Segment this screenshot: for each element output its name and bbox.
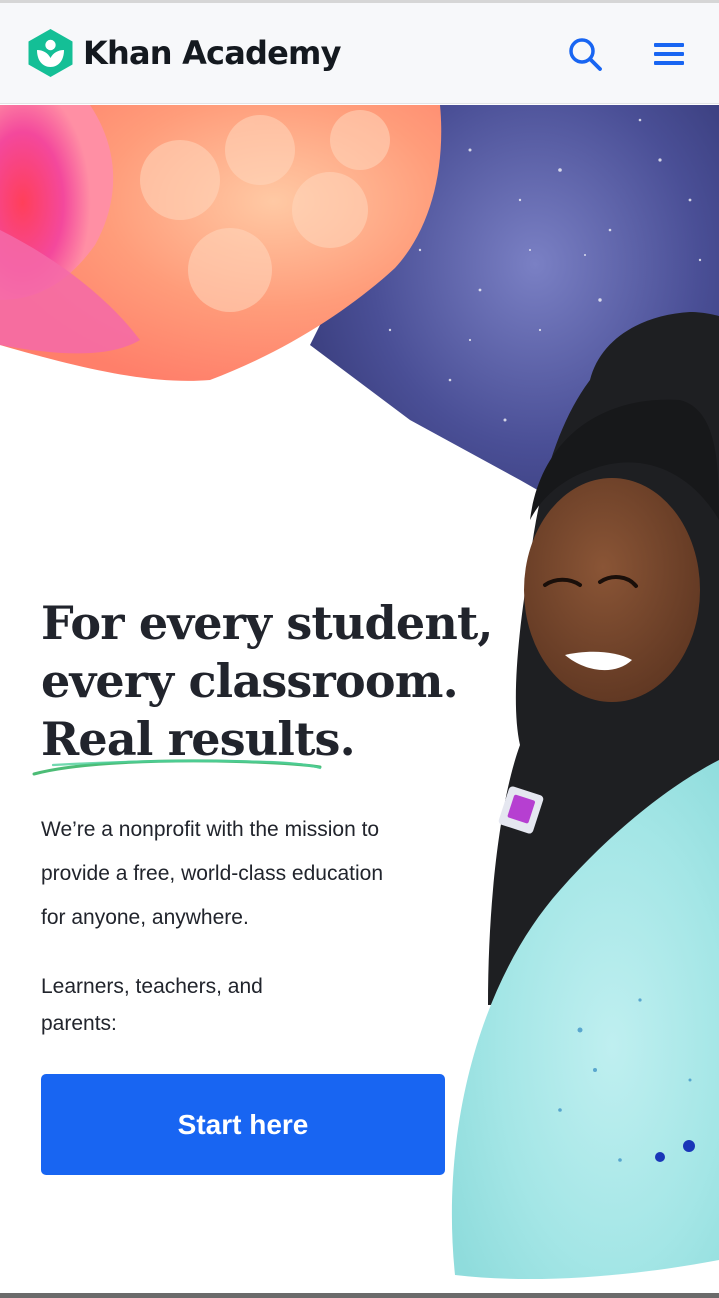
audience-line-2: parents: <box>41 1012 117 1035</box>
highlight-underline <box>32 759 322 776</box>
heading-line-2: every classroom. <box>41 654 459 708</box>
audience-line-1: Learners, teachers, and <box>41 975 263 998</box>
khan-academy-logo-icon <box>28 29 73 77</box>
mission-line-1: We’re a nonprofit with the mission to <box>41 818 380 841</box>
page: Khan Academy For every student, every cl… <box>0 0 719 1298</box>
logo-link[interactable]: Khan Academy <box>27 27 341 79</box>
audience-text: Learners, teachers, and parents: <box>41 968 301 1042</box>
mission-line-2: provide a free, world-class education <box>41 862 384 885</box>
site-header: Khan Academy <box>0 3 719 104</box>
search-icon <box>569 38 602 71</box>
mission-line-3: for anyone, anywhere. <box>41 906 249 929</box>
hamburger-menu-icon <box>654 43 684 65</box>
heading-line-1: For every student, <box>41 596 493 650</box>
search-button[interactable] <box>564 33 606 75</box>
start-here-button[interactable]: Start here <box>41 1074 445 1175</box>
hero-heading: For every student, every classroom. Real… <box>41 594 511 768</box>
brand-name: Khan Academy <box>83 34 341 72</box>
menu-button[interactable] <box>648 33 690 75</box>
mission-text: We’re a nonprofit with the mission to pr… <box>41 808 441 940</box>
bottom-edge <box>0 1293 719 1298</box>
